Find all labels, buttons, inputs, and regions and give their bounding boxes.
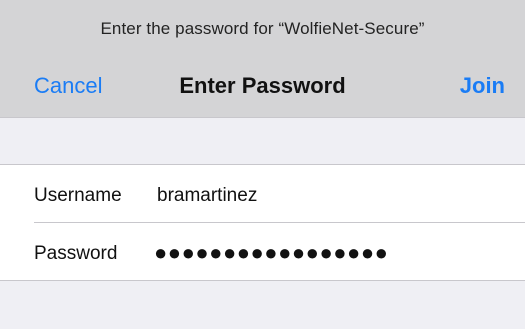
- password-field[interactable]: ●●●●●●●●●●●●●●●●●: [154, 240, 494, 266]
- username-label: Username: [34, 185, 122, 206]
- cancel-button[interactable]: Cancel: [34, 73, 102, 99]
- network-prompt: Enter the password for “WolfieNet-Secure…: [100, 19, 425, 38]
- username-field[interactable]: bramartinez: [157, 185, 497, 207]
- password-row[interactable]: Password ●●●●●●●●●●●●●●●●●: [0, 223, 525, 281]
- credentials-form: Username bramartinez Password ●●●●●●●●●●…: [0, 164, 525, 281]
- join-network-dialog: Enter the password for “WolfieNet-Secure…: [0, 0, 525, 329]
- dialog-header: Enter the password for “WolfieNet-Secure…: [0, 0, 525, 117]
- join-button[interactable]: Join: [460, 73, 505, 99]
- username-row[interactable]: Username bramartinez: [0, 165, 525, 223]
- password-label: Password: [34, 243, 118, 264]
- header-divider: [0, 117, 525, 118]
